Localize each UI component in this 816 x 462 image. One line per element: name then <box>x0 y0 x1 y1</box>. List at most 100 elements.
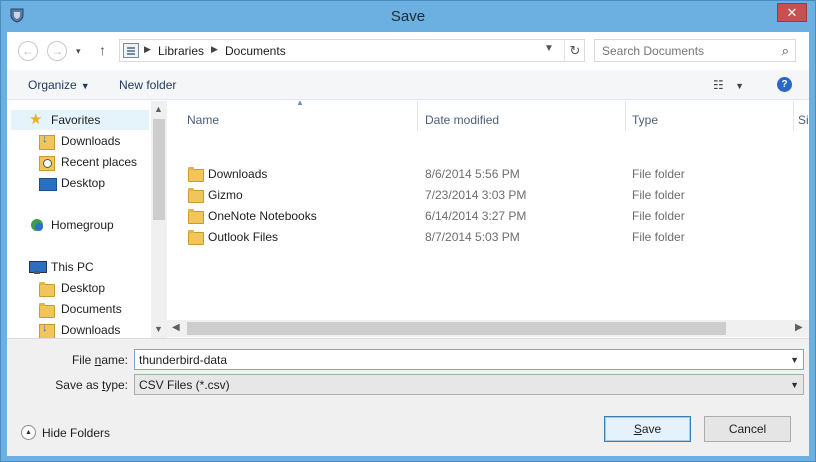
nav-item-pc-downloads[interactable]: Downloads <box>39 320 120 340</box>
up-arrow-button[interactable]: ↑ <box>99 42 106 58</box>
file-name: Downloads <box>208 167 268 181</box>
file-date: 7/23/2014 3:03 PM <box>425 188 527 202</box>
table-row[interactable]: OneNote Notebooks 6/14/2014 3:27 PM File… <box>167 205 809 226</box>
nav-item-recent-places[interactable]: Recent places <box>39 152 137 172</box>
help-button[interactable]: ? <box>777 77 792 92</box>
file-name-value: thunderbird-data <box>139 353 228 367</box>
nav-item-label: Documents <box>61 302 122 316</box>
nav-item-label: Desktop <box>61 281 106 295</box>
hide-folders-button[interactable]: ▲ Hide Folders <box>21 425 110 440</box>
sort-ascending-icon: ▲ <box>296 98 304 107</box>
breadcrumb-chevron-icon[interactable]: ▶ <box>144 44 151 55</box>
scroll-down-icon[interactable]: ▼ <box>154 324 163 334</box>
back-arrow-icon: ← <box>22 44 34 58</box>
command-bar: Organize ▼ New folder ☷ ▼ ? <box>7 70 809 100</box>
folder-icon <box>39 302 55 318</box>
file-date: 6/14/2014 3:27 PM <box>425 209 527 223</box>
table-row[interactable]: Downloads 8/6/2014 5:56 PM File folder <box>167 163 809 184</box>
nav-item-pc-documents[interactable]: Documents <box>39 299 122 319</box>
title-bar[interactable]: Save ✕ <box>1 1 815 33</box>
save-button[interactable]: Save <box>604 416 691 442</box>
save-dialog: Save ✕ ← → ▾ ↑ ▶ Libraries ▶ Documents ▼… <box>0 0 816 462</box>
nav-item-label: Downloads <box>61 323 121 337</box>
save-as-type-label: Save as type: <box>55 378 128 392</box>
recent-locations-chevron-icon[interactable]: ▾ <box>76 46 81 57</box>
file-name-field[interactable]: thunderbird-data ▼ <box>134 349 804 370</box>
nav-item-homegroup[interactable]: Homegroup <box>29 215 114 235</box>
file-type: File folder <box>632 167 685 181</box>
chevron-down-icon: ▼ <box>790 380 799 390</box>
scroll-up-icon[interactable]: ▲ <box>154 104 163 114</box>
folder-icon <box>188 166 204 182</box>
library-icon <box>123 43 139 58</box>
computer-icon <box>29 260 47 274</box>
dialog-client: ← → ▾ ↑ ▶ Libraries ▶ Documents ▼ ↻ ⌕ Or… <box>7 32 809 456</box>
scroll-left-icon[interactable]: ◀ <box>172 322 180 333</box>
address-box[interactable]: ▶ Libraries ▶ Documents ▼ ↻ <box>119 39 585 62</box>
close-button[interactable]: ✕ <box>777 3 807 22</box>
file-list: ▲ Name Date modified Type Si Downloads 8… <box>167 98 809 338</box>
save-as-type-select[interactable]: CSV Files (*.csv) ▼ <box>134 374 804 395</box>
table-row[interactable]: Outlook Files 8/7/2014 5:03 PM File fold… <box>167 226 809 247</box>
hide-folders-label: Hide Folders <box>42 425 111 440</box>
file-type: File folder <box>632 188 685 202</box>
column-header-size[interactable]: Si <box>794 101 809 131</box>
recent-places-icon <box>39 155 55 171</box>
folder-icon <box>188 208 204 224</box>
close-icon: ✕ <box>786 4 798 20</box>
breadcrumb-documents[interactable]: Documents <box>225 44 286 58</box>
table-row[interactable]: Gizmo 7/23/2014 3:03 PM File folder <box>167 184 809 205</box>
nav-vertical-scrollbar[interactable]: ▲ ▼ <box>151 101 167 338</box>
horizontal-scrollbar[interactable]: ◀ ▶ <box>167 320 809 337</box>
nav-item-desktop[interactable]: Desktop <box>39 173 105 193</box>
back-button[interactable]: ← <box>18 41 38 61</box>
file-name: OneNote Notebooks <box>208 209 317 223</box>
save-form: File name: thunderbird-data ▼ Save as ty… <box>7 338 809 456</box>
scrollbar-thumb[interactable] <box>187 322 726 335</box>
file-name: Gizmo <box>208 188 243 202</box>
scroll-right-icon[interactable]: ▶ <box>795 322 803 333</box>
search-box: ⌕ <box>594 39 796 62</box>
file-name: Outlook Files <box>208 230 279 244</box>
details-view-icon: ☷ <box>713 78 724 92</box>
column-header-label: Type <box>632 113 659 127</box>
file-name-label: File name: <box>71 353 128 367</box>
column-header-date-modified[interactable]: Date modified <box>418 101 626 131</box>
nav-item-label: Recent places <box>61 155 138 169</box>
nav-item-label: Desktop <box>61 176 106 190</box>
file-type: File folder <box>632 230 685 244</box>
desktop-icon <box>39 176 57 191</box>
nav-item-this-pc[interactable]: This PC <box>29 257 94 277</box>
column-header-label: Si <box>798 113 809 127</box>
file-date: 8/7/2014 5:03 PM <box>425 230 520 244</box>
window-title: Save <box>390 8 426 25</box>
search-input[interactable] <box>602 44 772 58</box>
organize-button[interactable]: Organize ▼ <box>28 78 90 92</box>
new-folder-button[interactable]: New folder <box>119 78 176 92</box>
address-row: ← → ▾ ↑ ▶ Libraries ▶ Documents ▼ ↻ ⌕ <box>7 32 809 70</box>
refresh-button[interactable]: ↻ <box>564 40 585 61</box>
address-dropdown-chevron-icon[interactable]: ▼ <box>544 43 554 54</box>
cancel-button[interactable]: Cancel <box>704 416 791 442</box>
scrollbar-thumb[interactable] <box>153 119 165 220</box>
downloads-icon <box>39 322 55 339</box>
column-header-name[interactable]: ▲ Name <box>167 98 418 131</box>
help-icon: ? <box>781 79 788 90</box>
breadcrumb-chevron-icon[interactable]: ▶ <box>211 44 218 55</box>
column-header-type[interactable]: Type <box>626 101 794 131</box>
refresh-icon: ↻ <box>569 42 581 58</box>
search-icon[interactable]: ⌕ <box>782 43 789 59</box>
nav-item-pc-desktop[interactable]: Desktop <box>39 278 105 298</box>
breadcrumb-libraries[interactable]: Libraries <box>158 44 204 58</box>
downloads-icon <box>39 133 55 150</box>
chevron-down-icon[interactable]: ▼ <box>790 355 799 365</box>
homegroup-icon <box>29 218 45 232</box>
folder-icon <box>39 281 55 297</box>
nav-item-downloads[interactable]: Downloads <box>39 131 120 151</box>
change-view-button[interactable]: ☷ ▼ <box>713 78 744 92</box>
column-header-label: Name <box>187 113 220 127</box>
nav-item-label: Favorites <box>51 113 101 127</box>
nav-item-favorites[interactable]: ★ Favorites <box>11 110 149 130</box>
column-header-label: Date modified <box>425 113 500 127</box>
forward-button[interactable]: → <box>47 41 67 61</box>
